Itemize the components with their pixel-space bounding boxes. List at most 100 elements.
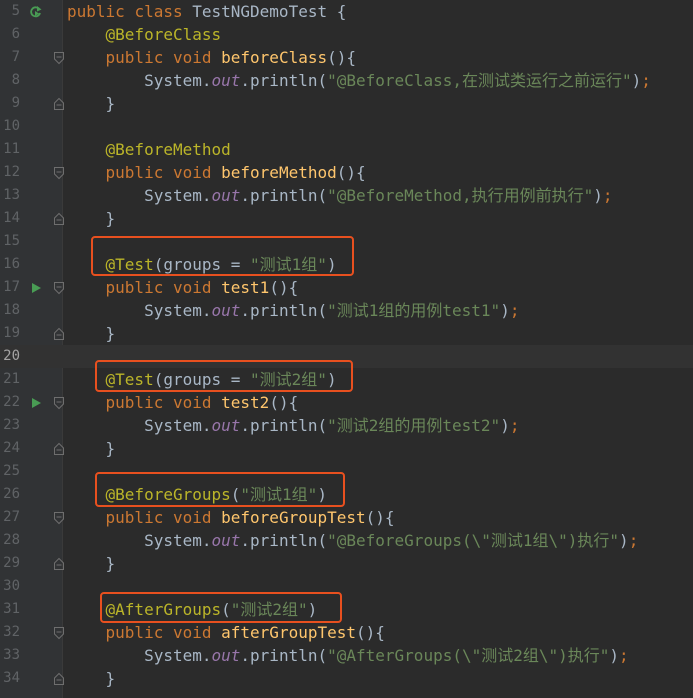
code-token-str: "@BeforeGroups(\"测试1组\")执行" xyxy=(327,531,620,550)
code-token-plain: System. xyxy=(67,416,212,435)
fold-open-icon[interactable] xyxy=(53,396,65,410)
code-token-plain: ) xyxy=(500,416,510,435)
code-line[interactable]: 28 System.out.println("@BeforeGroups(\"测… xyxy=(0,529,693,552)
code-text[interactable]: public void beforeGroupTest(){ xyxy=(67,506,395,529)
line-number: 24 xyxy=(3,440,20,456)
code-text[interactable]: public class TestNGDemoTest { xyxy=(67,0,346,23)
code-text[interactable]: public void test2(){ xyxy=(67,391,299,414)
code-line[interactable]: 10 xyxy=(0,115,693,138)
highlight-box-test-group-2 xyxy=(95,360,353,392)
run-class-icon[interactable] xyxy=(29,5,43,19)
code-token-str: "@BeforeClass,在测试类运行之前运行" xyxy=(327,71,632,90)
code-line[interactable]: 17 public void test1(){ xyxy=(0,276,693,299)
code-text[interactable]: System.out.println("@BeforeMethod,执行用例前执… xyxy=(67,184,612,207)
code-line[interactable]: 27 public void beforeGroupTest(){ xyxy=(0,506,693,529)
line-number: 17 xyxy=(3,279,20,295)
fold-close-icon[interactable] xyxy=(53,327,65,341)
code-line[interactable]: 33 System.out.println("@AfterGroups(\"测试… xyxy=(0,644,693,667)
code-token-str: "@AfterGroups(\"测试2组\")执行" xyxy=(327,646,610,665)
code-text[interactable]: } xyxy=(67,667,116,690)
fold-open-icon[interactable] xyxy=(53,281,65,295)
code-line[interactable]: 34 } xyxy=(0,667,693,690)
code-token-plain: .println( xyxy=(240,416,328,435)
code-token-plain: } xyxy=(67,94,116,113)
code-token-kw: public xyxy=(67,2,135,21)
code-token-plain: (){ xyxy=(365,508,395,527)
line-number: 14 xyxy=(3,210,20,226)
code-token-plain: .println( xyxy=(240,186,328,205)
code-token-kw: void xyxy=(172,163,222,182)
fold-close-icon[interactable] xyxy=(53,442,65,456)
code-line[interactable]: 8 System.out.println("@BeforeClass,在测试类运… xyxy=(0,69,693,92)
code-token-fld: out xyxy=(211,301,241,320)
code-text[interactable]: System.out.println("测试1组的用例test1"); xyxy=(67,299,519,322)
code-token-plain: } xyxy=(67,439,116,458)
code-text[interactable]: } xyxy=(67,552,116,575)
code-line[interactable]: 32 public void afterGroupTest(){ xyxy=(0,621,693,644)
code-text[interactable]: @BeforeClass xyxy=(67,23,222,46)
fold-open-icon[interactable] xyxy=(53,51,65,65)
code-token-plain: System. xyxy=(67,186,212,205)
code-token-plain: } xyxy=(67,554,116,573)
line-number: 11 xyxy=(3,141,20,157)
line-number: 30 xyxy=(3,578,20,594)
code-line[interactable]: 12 public void beforeMethod(){ xyxy=(0,161,693,184)
line-number: 20 xyxy=(3,348,20,364)
fold-close-icon[interactable] xyxy=(53,97,65,111)
code-token-plain: (){ xyxy=(269,278,299,297)
code-text[interactable]: public void afterGroupTest(){ xyxy=(67,621,385,644)
code-line[interactable]: 14 } xyxy=(0,207,693,230)
code-text[interactable]: public void test1(){ xyxy=(67,276,299,299)
code-text[interactable]: System.out.println("@AfterGroups(\"测试2组\… xyxy=(67,644,629,667)
code-text[interactable]: @BeforeMethod xyxy=(67,138,231,161)
code-token-plain: (){ xyxy=(269,393,299,412)
code-line[interactable]: 6 @BeforeClass xyxy=(0,23,693,46)
code-line[interactable]: 11 @BeforeMethod xyxy=(0,138,693,161)
code-text[interactable]: System.out.println("@BeforeGroups(\"测试1组… xyxy=(67,529,638,552)
code-text[interactable]: System.out.println("@BeforeClass,在测试类运行之… xyxy=(67,69,651,92)
fold-close-icon[interactable] xyxy=(53,557,65,571)
code-text[interactable]: } xyxy=(67,322,116,345)
line-number: 10 xyxy=(3,118,20,134)
code-line[interactable]: 7 public void beforeClass(){ xyxy=(0,46,693,69)
code-token-kw: void xyxy=(172,48,222,67)
line-number: 32 xyxy=(3,624,20,640)
code-text[interactable]: } xyxy=(67,437,116,460)
code-token-kw: void xyxy=(172,393,222,412)
code-line[interactable]: 18 System.out.println("测试1组的用例test1"); xyxy=(0,299,693,322)
code-token-plain: } xyxy=(67,324,116,343)
line-number: 28 xyxy=(3,532,20,548)
code-line[interactable]: 5 public class TestNGDemoTest { xyxy=(0,0,693,23)
code-line[interactable]: 23 System.out.println("测试2组的用例test2"); xyxy=(0,414,693,437)
run-test-icon[interactable] xyxy=(29,281,43,295)
code-line[interactable]: 22 public void test2(){ xyxy=(0,391,693,414)
code-token-kw: ; xyxy=(509,416,520,435)
code-line[interactable]: 13 System.out.println("@BeforeMethod,执行用… xyxy=(0,184,693,207)
code-line[interactable]: 9 } xyxy=(0,92,693,115)
code-line[interactable]: 24 } xyxy=(0,437,693,460)
code-text[interactable]: System.out.println("测试2组的用例test2"); xyxy=(67,414,519,437)
code-token-kw: public xyxy=(105,48,173,67)
code-token-plain: .println( xyxy=(240,646,328,665)
fold-close-icon[interactable] xyxy=(53,672,65,686)
code-text[interactable]: } xyxy=(67,207,116,230)
run-test-icon[interactable] xyxy=(29,396,43,410)
code-token-kw: public xyxy=(105,393,173,412)
fold-close-icon[interactable] xyxy=(53,212,65,226)
code-text[interactable]: } xyxy=(67,92,116,115)
code-token-kw: class xyxy=(134,2,193,21)
code-token-fld: out xyxy=(211,646,241,665)
code-line[interactable]: 29 } xyxy=(0,552,693,575)
line-number: 25 xyxy=(3,463,20,479)
code-line[interactable]: 19 } xyxy=(0,322,693,345)
code-text[interactable]: public void beforeClass(){ xyxy=(67,46,356,69)
fold-open-icon[interactable] xyxy=(53,626,65,640)
fold-open-icon[interactable] xyxy=(53,166,65,180)
code-editor[interactable]: 5 public class TestNGDemoTest {6 @BeforeC… xyxy=(0,0,693,698)
code-token-anno: @BeforeMethod xyxy=(105,140,231,159)
code-text[interactable]: public void beforeMethod(){ xyxy=(67,161,366,184)
fold-open-icon[interactable] xyxy=(53,511,65,525)
code-token-plain: ) xyxy=(619,531,629,550)
